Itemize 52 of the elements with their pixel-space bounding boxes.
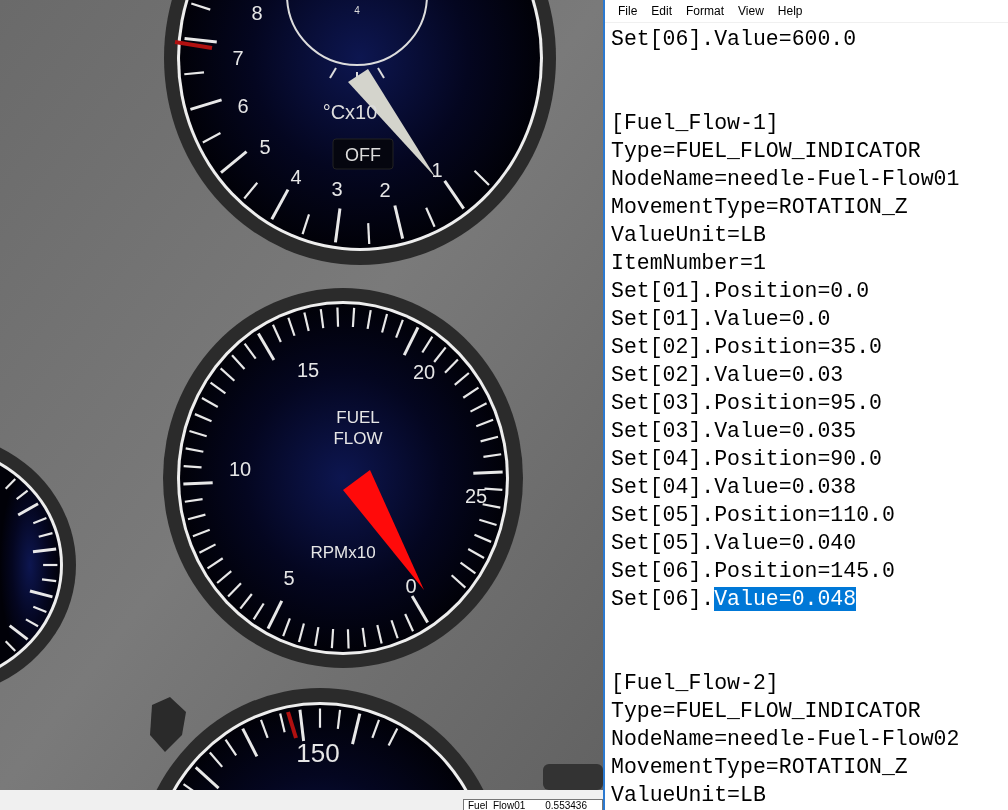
subdial-number: 4	[354, 5, 360, 16]
dial-number: 0	[405, 575, 417, 597]
text-line: Set[02].Position=35.0	[611, 334, 883, 361]
dial-number: 5	[259, 136, 271, 158]
menu-item[interactable]: View	[731, 4, 771, 18]
dial-number: 2	[379, 179, 391, 201]
text-line: Set[01].Position=0.0	[611, 278, 871, 305]
text-line: MovementType=ROTATION_Z	[611, 754, 909, 781]
text-line: [Fuel_Flow-2]	[611, 670, 780, 697]
text-line: Type=FUEL_FLOW_INDICATOR	[611, 138, 922, 165]
dial-number: 15	[296, 359, 320, 381]
unit-label: RPMx10	[310, 543, 376, 562]
off-button[interactable]: OFF	[332, 138, 394, 170]
dial-number: 1	[431, 159, 443, 181]
dial-number: 5	[283, 567, 295, 589]
menu-item[interactable]: Edit	[644, 4, 680, 18]
knob-drawing	[150, 697, 186, 752]
menu-item[interactable]: File	[611, 4, 645, 18]
tooltip-value: 0.553436	[545, 800, 587, 810]
text-line: NodeName=needle-Fuel-Flow01	[611, 166, 961, 193]
text-line: Set[02].Value=0.03	[611, 362, 845, 389]
text-line: NodeName=needle-Fuel-Flow02	[611, 726, 961, 753]
unit-label: °Cx10	[322, 101, 378, 123]
text-line: ValueUnit=LB	[611, 782, 767, 809]
text-line: [Fuel_Flow-1]	[611, 110, 780, 137]
dial-number: 25	[464, 485, 488, 507]
dial-number: 6	[237, 95, 249, 117]
text-line: MovementType=ROTATION_Z	[611, 194, 909, 221]
text-line: Set[06].Position=145.0	[611, 558, 896, 585]
text-line: Set[01].Value=0.0	[611, 306, 832, 333]
menu-item[interactable]: Format	[679, 4, 732, 18]
dial-number: 8	[251, 2, 263, 24]
text-line: Set[04].Position=90.0	[611, 446, 883, 473]
dial-number: 10	[228, 458, 252, 480]
dial-number: 3	[331, 178, 343, 200]
panel-block	[543, 764, 603, 790]
text-line: Set[05].Value=0.040	[611, 530, 858, 557]
text-line: ItemNumber=1	[611, 250, 767, 277]
dial-number: 7	[232, 47, 244, 69]
dial-number: 20	[412, 361, 436, 383]
text-line: Set[03].Position=95.0	[611, 390, 883, 417]
text-line: Type=FUEL_FLOW_INDICATOR	[611, 698, 922, 725]
dial-number: 4	[290, 166, 302, 188]
text-line: Set[06].Value=600.0	[611, 26, 858, 53]
dial-number: 150	[296, 738, 340, 768]
menu-item[interactable]: Help	[770, 4, 810, 18]
text-line: Set[05].Position=110.0	[611, 502, 896, 529]
gauge-title: FUEL FLOW	[333, 408, 383, 448]
text-line: Set[04].Value=0.038	[611, 474, 858, 501]
text-line: ValueUnit=LB	[611, 222, 767, 249]
text-line: Set[03].Value=0.035	[611, 418, 858, 445]
text-line: Set[06].Value=0.048	[611, 586, 858, 613]
